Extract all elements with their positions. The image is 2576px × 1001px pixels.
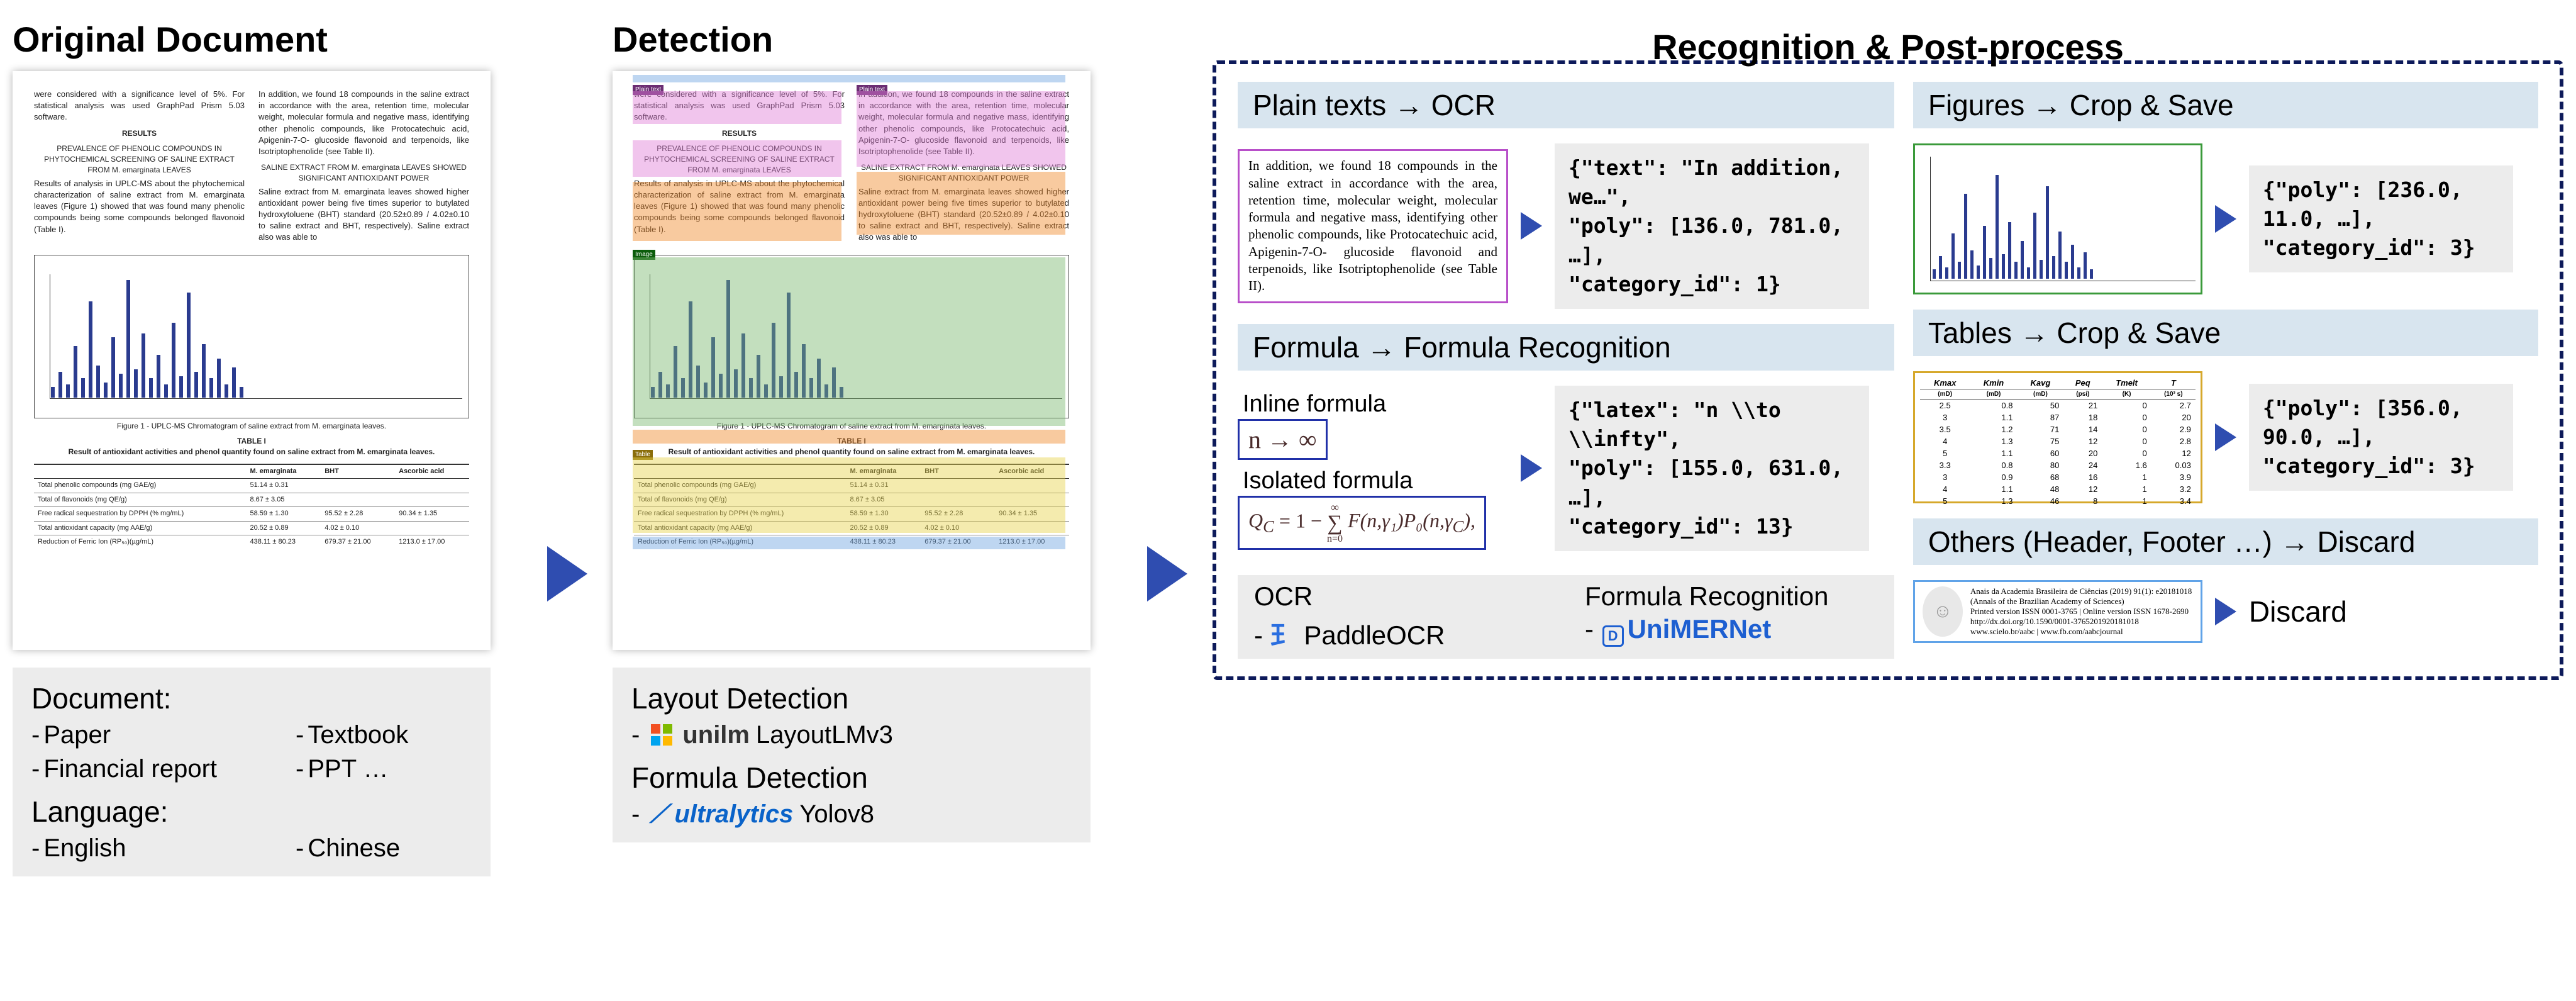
microsoft-logo-icon [651, 724, 672, 746]
original-meta-box: Document: -Paper -Textbook -Financial re… [13, 668, 491, 876]
layoutlmv3-label: LayoutLMv3 [756, 718, 893, 752]
formula-detection-label: Formula Detection [631, 758, 1072, 797]
arrow-icon [2215, 423, 2236, 451]
table-crop-thumb: KmaxKminKavgPeqTmeltT(mD)(mD)(mD)(psi)(K… [1913, 371, 2202, 503]
table-json: {"poly": [356.0, 90.0, …], "category_id"… [2249, 384, 2513, 491]
lang-0: English [43, 834, 126, 862]
paddleocr-logo-text: ⺩ [1270, 620, 1297, 650]
page-chromatogram [34, 255, 469, 418]
tool-row: OCR - ⺩ PaddleOCR Formula Recognition - … [1238, 575, 1894, 659]
original-column: Original Document were considered with a… [13, 19, 522, 876]
yolov8-label: Yolov8 [799, 797, 874, 831]
doc-type-3: PPT … [308, 755, 388, 783]
inline-formula-label: Inline formula [1243, 391, 1508, 418]
arrow-icon [1521, 212, 1542, 240]
figure-json: {"poly": [236.0, 11.0, …], "category_id"… [2249, 165, 2513, 273]
plain-text-snippet: In addition, we found 18 compounds in th… [1238, 149, 1508, 303]
page-para-b: Results of analysis in UPLC-MS about the… [34, 178, 245, 235]
others-heading: Others (Header, Footer …) → Discard [1913, 518, 2538, 565]
page-sub-h1: PREVALENCE OF PHENOLIC COMPOUNDS IN PHYT… [34, 143, 245, 175]
page-para-d: Saline extract from M. emarginata leaves… [258, 186, 469, 243]
figure-crop-thumb [1913, 143, 2202, 294]
document-label: Document: [31, 679, 472, 718]
recognition-column: Recognition & Post-process Plain texts →… [1213, 57, 2563, 680]
recognition-title: Recognition & Post-process [1216, 26, 2560, 67]
diagram-root: Original Document were considered with a… [13, 19, 2563, 876]
det-overlay-paragraph [633, 91, 841, 124]
unimernet-logo-icon: D [1602, 625, 1624, 647]
page-figure-caption: Figure 1 - UPLC-MS Chromatogram of salin… [34, 421, 469, 432]
doc-type-1: Textbook [308, 721, 408, 749]
det-overlay-table [633, 457, 1065, 533]
inline-formula: n → ∞ [1238, 419, 1328, 460]
formula-heading: Formula → Formula Recognition [1238, 324, 1894, 371]
original-title: Original Document [13, 19, 522, 60]
language-label: Language: [31, 792, 472, 831]
unimernet-name: UniMERNet [1628, 614, 1772, 644]
page-table-caption: TABLE I Result of antioxidant activities… [34, 436, 469, 457]
isolated-formula-label: Isolated formula [1243, 467, 1508, 495]
detection-title: Detection [613, 19, 1122, 60]
detection-page-thumbnail: were considered with a significance leve… [613, 71, 1091, 650]
layout-detection-label: Layout Detection [631, 679, 1072, 718]
header-footer-thumb: ☺ Anais da Academia Brasileira de Ciênci… [1913, 580, 2202, 643]
page-sub-h2: SALINE EXTRACT FROM M. emarginata LEAVES… [258, 162, 469, 184]
page-para-a: were considered with a significance leve… [34, 89, 245, 123]
arrow-icon [2215, 205, 2236, 233]
ultralytics-logo-text: ⟋ ultralytics [650, 797, 793, 831]
arrow-icon [547, 546, 587, 601]
formula-json: {"latex": "n \\to \\infty", "poly": [155… [1555, 386, 1869, 551]
det-overlay-header [633, 75, 1065, 82]
paddleocr-name: PaddleOCR [1304, 620, 1445, 650]
arrow-icon [2215, 598, 2236, 625]
arrow-icon [1521, 454, 1542, 482]
recognition-box: Recognition & Post-process Plain texts →… [1213, 60, 2563, 680]
detection-column: Detection were considered with a signifi… [613, 19, 1122, 842]
det-overlay-heading [633, 182, 841, 241]
portrait-oval-icon: ☺ [1923, 586, 1963, 637]
page-para-c: In addition, we found 18 compounds in th… [258, 89, 469, 157]
unilm-label: unilm [682, 718, 750, 752]
figures-heading: Figures → Crop & Save [1913, 82, 2538, 128]
plain-texts-heading: Plain texts → OCR [1238, 82, 1894, 128]
detection-models-box: Layout Detection - unilm LayoutLMv3 Form… [613, 668, 1091, 842]
page-results-heading: RESULTS [34, 128, 245, 139]
original-page-thumbnail: were considered with a significance leve… [13, 71, 491, 650]
arrow-icon [1147, 546, 1187, 601]
doc-type-0: Paper [43, 721, 111, 749]
tables-heading: Tables → Crop & Save [1913, 310, 2538, 356]
plain-text-json: {"text": "In addition, we…", "poly": [13… [1555, 143, 1869, 309]
ocr-label: OCR [1254, 581, 1547, 612]
doc-type-2: Financial report [43, 755, 217, 783]
formula-recognition-label: Formula Recognition [1585, 581, 1878, 612]
page-table: M. emarginataBHTAscorbic acidTotal pheno… [34, 464, 469, 549]
discard-label: Discard [2249, 595, 2347, 629]
lang-1: Chinese [308, 834, 400, 862]
isolated-formula: QC = 1 − ∞ ∑ n=0 F(n,γ₁)P₀(n,γC), [1238, 496, 1486, 550]
det-overlay-footer [633, 537, 1065, 549]
det-overlay-image [633, 257, 1065, 426]
